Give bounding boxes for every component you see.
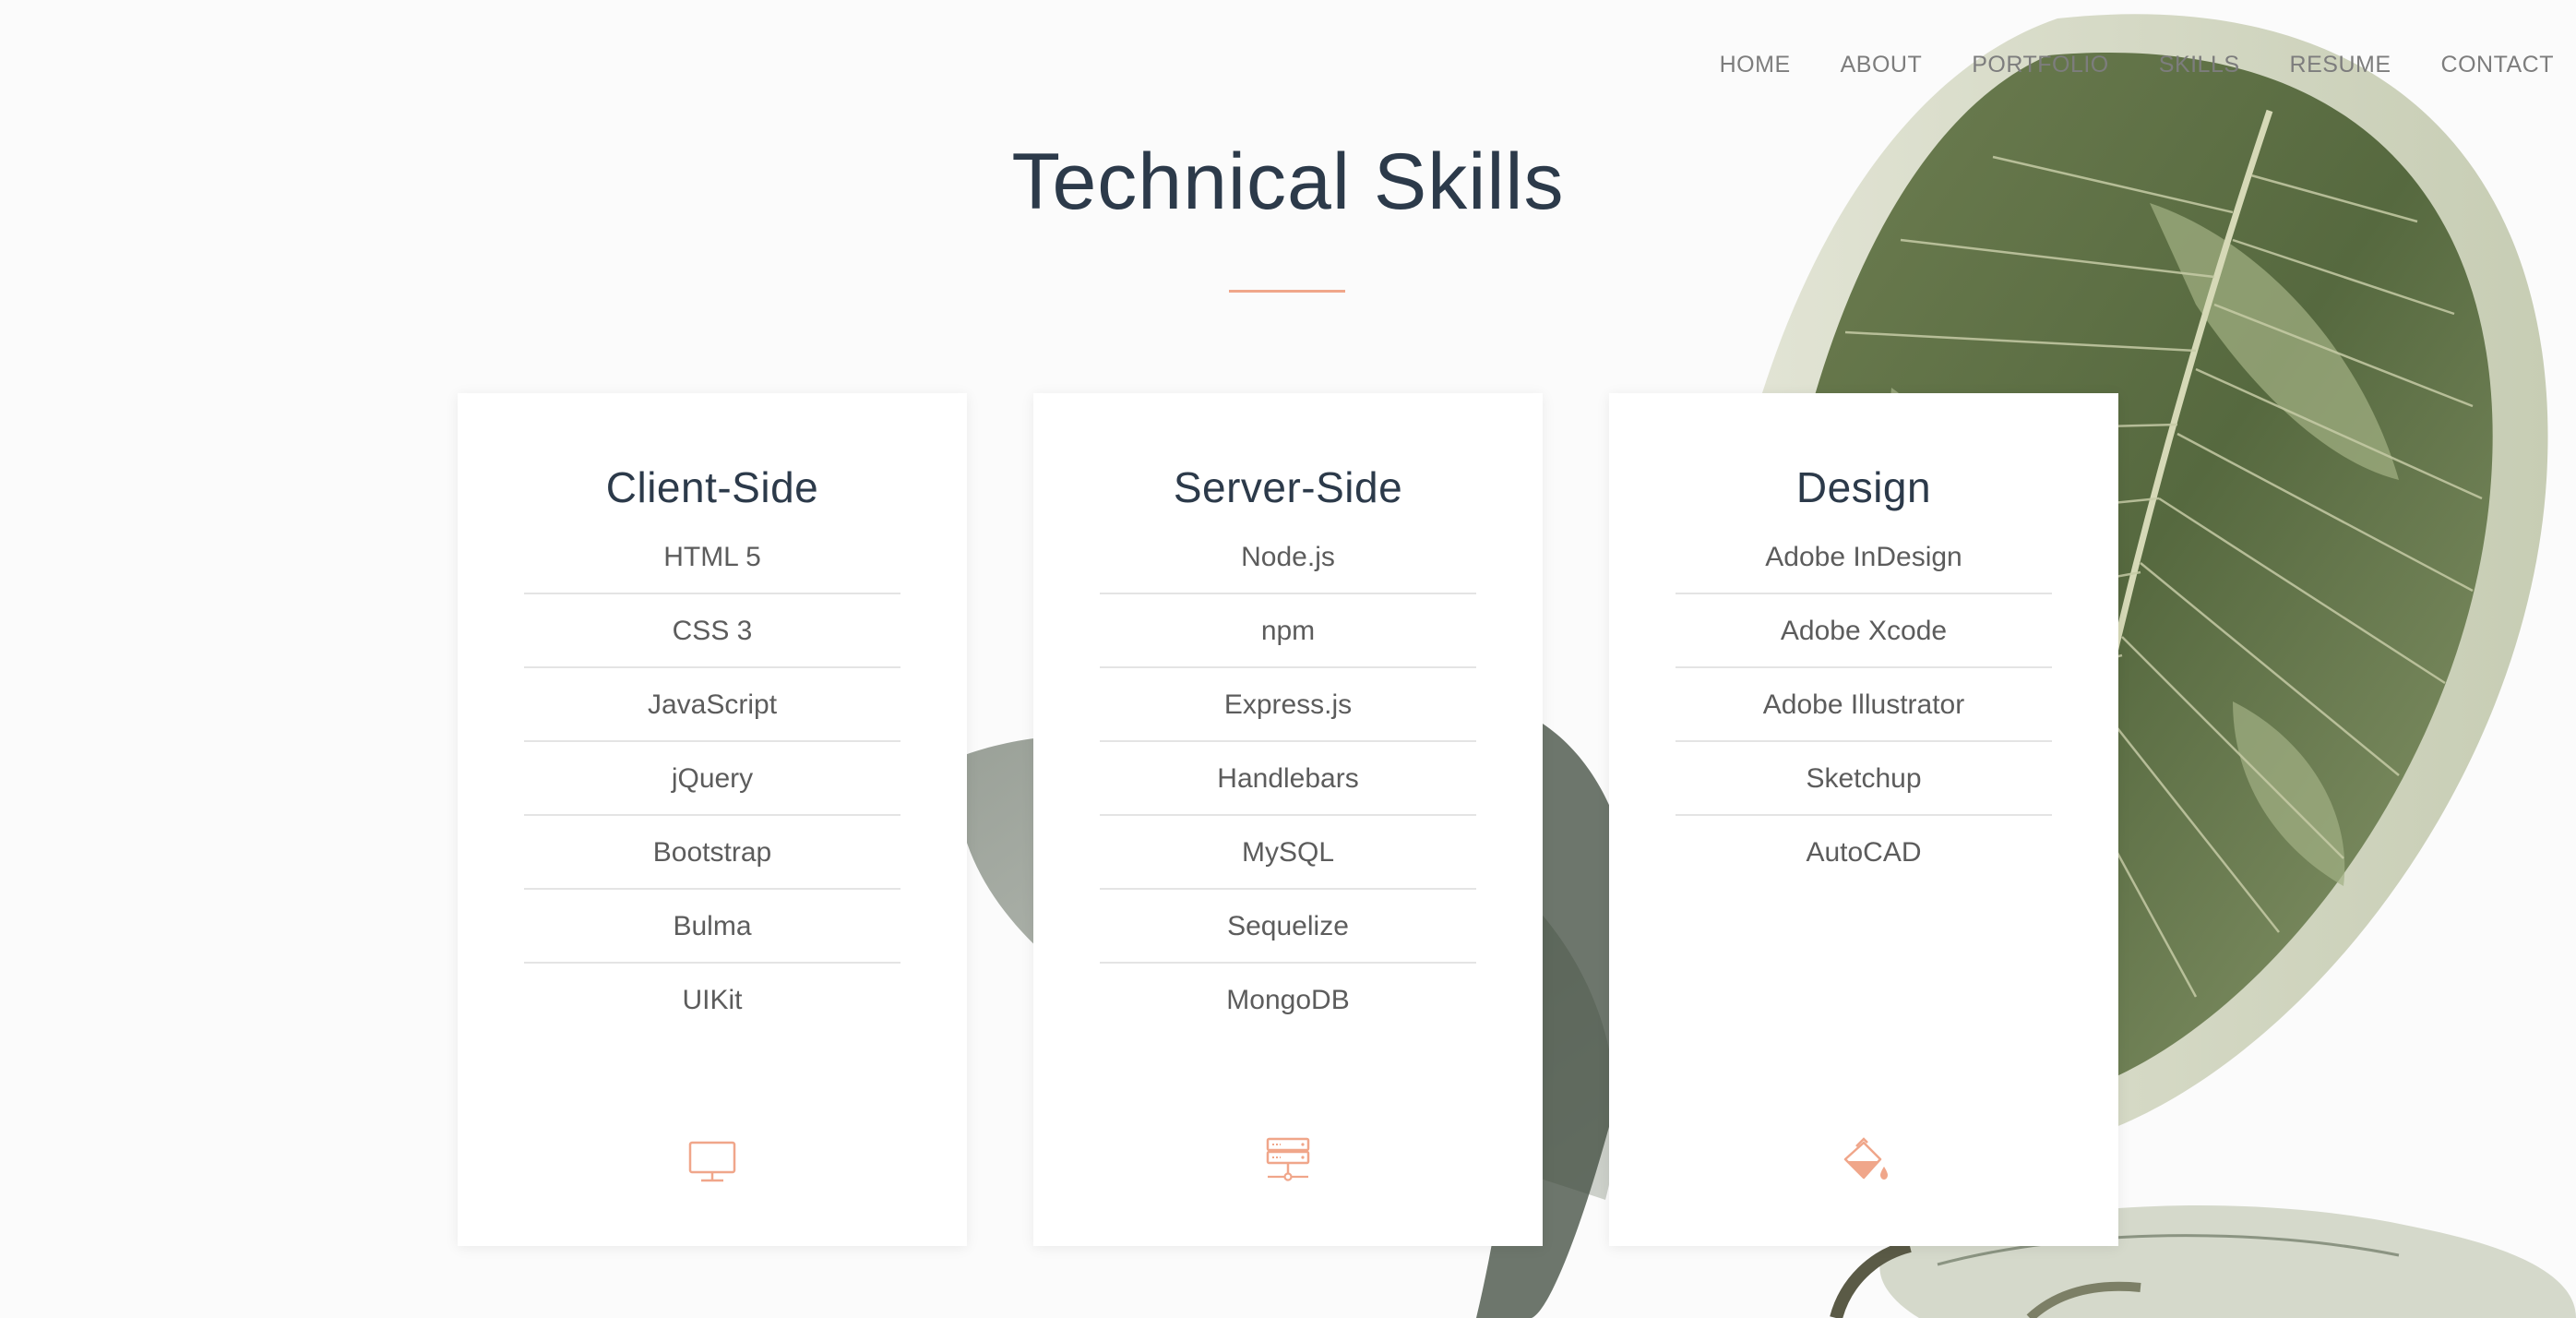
nav-about-link[interactable]: ABOUT	[1841, 52, 1923, 78]
main-navbar: HOME ABOUT PORTFOLIO SKILLS RESUME CONTA…	[1670, 0, 2576, 129]
skill-item: MongoDB	[1226, 985, 1350, 1015]
skill-item: MySQL	[1100, 816, 1476, 890]
paint-bucket-icon	[1843, 1137, 1888, 1180]
skill-item: jQuery	[524, 742, 900, 816]
skill-item: Sequelize	[1100, 890, 1476, 964]
nav-resume-link[interactable]: RESUME	[2290, 52, 2391, 78]
skill-item: Adobe InDesign	[1676, 521, 2052, 594]
skill-item: Adobe Xcode	[1676, 594, 2052, 668]
skill-item: Bulma	[524, 890, 900, 964]
skill-card-client-side: Client-Side HTML 5 CSS 3 JavaScript jQue…	[458, 393, 967, 1246]
skill-list: Adobe InDesign Adobe Xcode Adobe Illustr…	[1676, 521, 2052, 890]
skill-list: Node.js npm Express.js Handlebars MySQL …	[1100, 521, 1476, 1037]
card-title: Server-Side	[1173, 463, 1403, 511]
server-icon	[1266, 1137, 1310, 1181]
skill-item: CSS 3	[524, 594, 900, 668]
skill-item: Handlebars	[1100, 742, 1476, 816]
card-title: Design	[1795, 463, 1932, 511]
skill-item: JavaScript	[524, 668, 900, 742]
skill-item: Express.js	[1100, 668, 1476, 742]
skill-card-design: Design Adobe InDesign Adobe Xcode Adobe …	[1609, 393, 2118, 1246]
skill-list: HTML 5 CSS 3 JavaScript jQuery Bootstrap…	[524, 521, 900, 1037]
nav-contact-link[interactable]: CONTACT	[2441, 52, 2554, 78]
skills-cards: Client-Side HTML 5 CSS 3 JavaScript jQue…	[458, 393, 2118, 1246]
skill-item: Bootstrap	[524, 816, 900, 890]
nav-skills-link[interactable]: SKILLS	[2159, 52, 2240, 78]
skill-item: Node.js	[1100, 521, 1476, 594]
monitor-icon	[688, 1141, 736, 1182]
nav-home-link[interactable]: HOME	[1720, 52, 1791, 78]
skill-item: UIKit	[682, 985, 743, 1015]
skill-item: npm	[1100, 594, 1476, 668]
skill-card-server-side: Server-Side Node.js npm Express.js Handl…	[1033, 393, 1543, 1246]
skill-item: Adobe Illustrator	[1676, 668, 2052, 742]
card-title: Client-Side	[605, 463, 819, 511]
nav-portfolio-link[interactable]: PORTFOLIO	[1972, 52, 2109, 78]
section-title: Technical Skills	[1011, 138, 1565, 226]
skill-item: Sketchup	[1676, 742, 2052, 816]
title-divider	[1229, 290, 1345, 293]
skill-item: HTML 5	[524, 521, 900, 594]
skill-item: AutoCAD	[1806, 837, 1922, 868]
